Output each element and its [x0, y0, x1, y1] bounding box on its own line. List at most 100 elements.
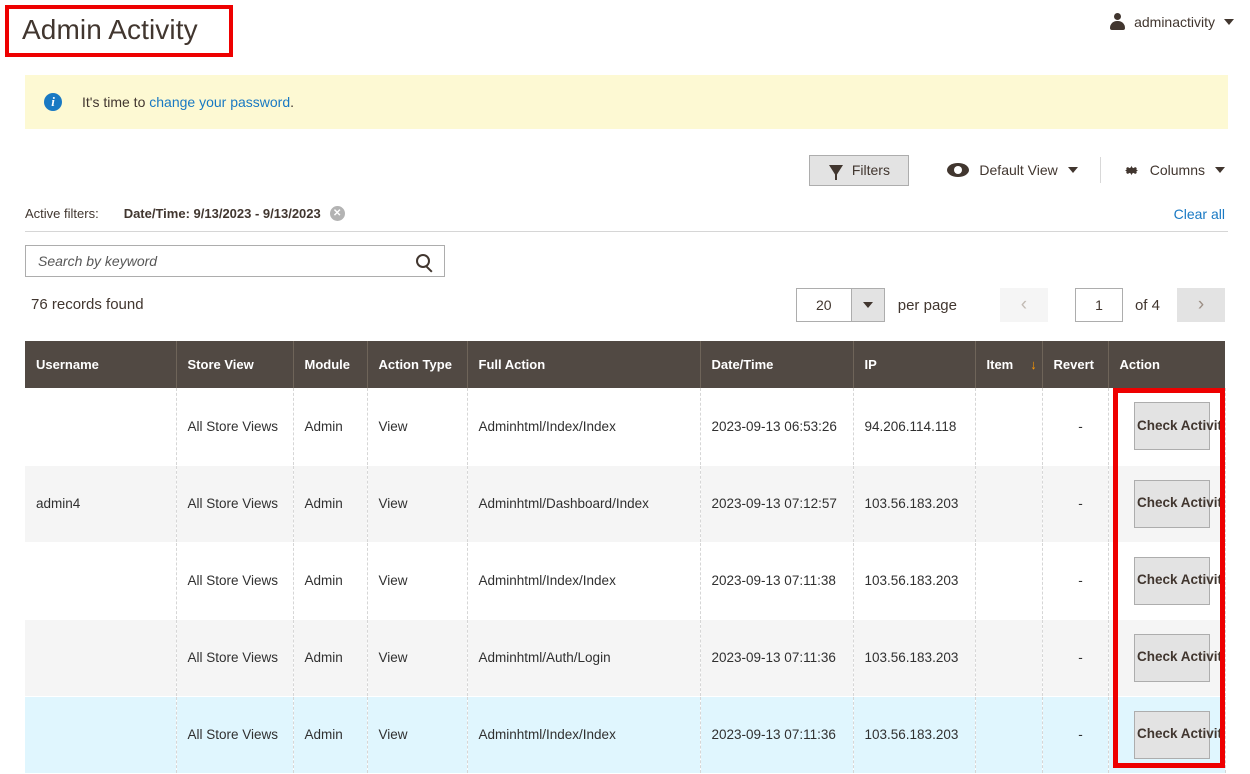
module-cell: Admin [293, 619, 368, 697]
column-header-item[interactable]: Item ↓ [975, 341, 1043, 388]
ip-cell: 94.206.114.118 [853, 388, 976, 466]
item-cell [975, 465, 1043, 543]
columns-label: Columns [1149, 162, 1205, 178]
module-cell: Admin [293, 388, 368, 466]
check-activity-button[interactable]: Check Activity [1134, 633, 1224, 682]
username-cell: admin4 [25, 465, 177, 543]
user-avatar-icon [1110, 13, 1126, 30]
action-type-cell: View [367, 619, 468, 697]
user-menu[interactable]: adminactivity [1110, 13, 1234, 30]
check-activity-button[interactable]: Check Activity [1134, 479, 1224, 528]
notice-text: It's time to change your password. [82, 94, 294, 110]
item-cell [975, 619, 1043, 697]
column-header-ip[interactable]: IP [853, 341, 976, 388]
column-header-username[interactable]: Username [25, 341, 177, 388]
page-header: Admin Activity adminactivity [0, 0, 1250, 62]
filters-button[interactable]: Filters [809, 154, 910, 186]
store-view-cell: All Store Views [176, 465, 294, 543]
change-password-link[interactable]: change your password [149, 94, 290, 110]
column-header-module[interactable]: Module [293, 341, 368, 388]
full-action-cell: Adminhtml/Index/Index [467, 388, 701, 466]
ip-cell: 103.56.183.203 [853, 465, 976, 543]
search-icon [416, 254, 430, 268]
store-view-cell: All Store Views [176, 388, 294, 466]
info-icon: i [44, 93, 62, 111]
ip-cell: 103.56.183.203 [853, 619, 976, 697]
chevron-down-icon[interactable] [850, 289, 884, 321]
sort-descending-icon: ↓ [1030, 357, 1037, 372]
per-page-select[interactable]: 20 [795, 288, 885, 322]
item-cell [975, 388, 1043, 466]
search-button[interactable] [402, 246, 444, 276]
total-pages-label: of 4 [1134, 296, 1160, 314]
records-found-label: 76 records found [31, 296, 144, 313]
column-header-full-action[interactable]: Full Action [467, 341, 701, 388]
check-activity-button[interactable]: Check Activity [1134, 710, 1224, 759]
action-type-cell: View [367, 696, 468, 774]
table-row[interactable]: admin4 All Store Views Admin View Adminhtml/… [25, 465, 1226, 543]
column-header-action[interactable]: Action [1108, 341, 1225, 388]
previous-page-button[interactable]: ‹ [999, 288, 1048, 322]
item-cell [975, 696, 1043, 774]
revert-cell: - [1042, 619, 1109, 697]
column-header-datetime[interactable]: Date/Time [700, 341, 854, 388]
chevron-down-glyph [862, 302, 873, 308]
username-cell [25, 696, 177, 774]
revert-cell: - [1042, 696, 1109, 774]
clear-all-link[interactable]: Clear all [1174, 206, 1225, 222]
page-number-input[interactable] [1074, 288, 1123, 322]
section-divider [25, 231, 1228, 232]
password-notice-banner: i It's time to change your password. [25, 75, 1228, 129]
default-view-dropdown[interactable]: Default View [947, 162, 1078, 178]
table-row[interactable]: All Store Views Admin View Adminhtml/Index/… [25, 388, 1226, 466]
action-cell: Check Activity [1108, 465, 1226, 543]
table-row[interactable]: All Store Views Admin View Adminhtml/Auth/L… [25, 619, 1226, 697]
filters-button-label: Filters [851, 162, 890, 178]
action-cell: Check Activity [1108, 619, 1226, 697]
check-activity-button[interactable]: Check Activity [1134, 402, 1224, 451]
eye-icon [947, 163, 970, 177]
table-header-row: Username Store View Module Action Type F… [25, 341, 1225, 388]
datetime-cell: 2023-09-13 07:12:57 [700, 465, 854, 543]
username-cell [25, 619, 177, 697]
check-activity-button[interactable]: Check Activity [1134, 556, 1224, 605]
datetime-cell: 2023-09-13 06:53:26 [700, 388, 854, 466]
user-menu-label: adminactivity [1134, 13, 1215, 30]
page-title: Admin Activity [22, 14, 198, 45]
revert-cell: - [1042, 465, 1109, 543]
per-page-label: per page [897, 296, 957, 314]
datetime-cell: 2023-09-13 07:11:36 [700, 619, 854, 697]
ip-cell: 103.56.183.203 [853, 542, 976, 620]
next-page-button[interactable]: › [1177, 288, 1225, 322]
grid-toolbar: Filters Default View Columns [0, 148, 1250, 192]
action-type-cell: View [367, 542, 468, 620]
per-page-value: 20 [815, 297, 832, 313]
item-cell [975, 542, 1043, 620]
active-filter-chip-label: Date/Time: 9/13/2023 - 9/13/2023 [123, 206, 321, 221]
module-cell: Admin [293, 696, 368, 774]
chevron-down-icon [1215, 167, 1225, 173]
search-input[interactable] [26, 253, 402, 269]
search-container [25, 245, 445, 277]
table-body: All Store Views Admin View Adminhtml/Index/… [25, 388, 1226, 774]
funnel-icon [828, 164, 843, 180]
action-cell: Check Activity [1108, 388, 1226, 466]
table-row[interactable]: All Store Views Admin View Adminhtml/Index/… [25, 542, 1226, 620]
close-icon[interactable]: ✕ [329, 206, 345, 221]
column-header-store-view[interactable]: Store View [176, 341, 294, 388]
table-row[interactable]: All Store Views Admin View Adminhtml/Index/… [25, 696, 1226, 774]
chevron-down-icon [1067, 167, 1078, 173]
full-action-cell: Adminhtml/Index/Index [467, 542, 701, 620]
store-view-cell: All Store Views [176, 619, 294, 697]
full-action-cell: Adminhtml/Dashboard/Index [467, 465, 701, 543]
admin-activity-grid: Username Store View Module Action Type F… [25, 341, 1226, 774]
columns-dropdown[interactable]: Columns [1123, 162, 1225, 179]
column-header-revert[interactable]: Revert [1042, 341, 1109, 388]
pager: 20 per page ‹ of 4 › [795, 288, 1225, 322]
active-filters-label: Active filters: [25, 206, 99, 221]
action-type-cell: View [367, 465, 468, 543]
datetime-cell: 2023-09-13 07:11:36 [700, 696, 854, 774]
column-header-action-type[interactable]: Action Type [367, 341, 468, 388]
datetime-cell: 2023-09-13 07:11:38 [700, 542, 854, 620]
notice-text-after: . [290, 94, 295, 110]
